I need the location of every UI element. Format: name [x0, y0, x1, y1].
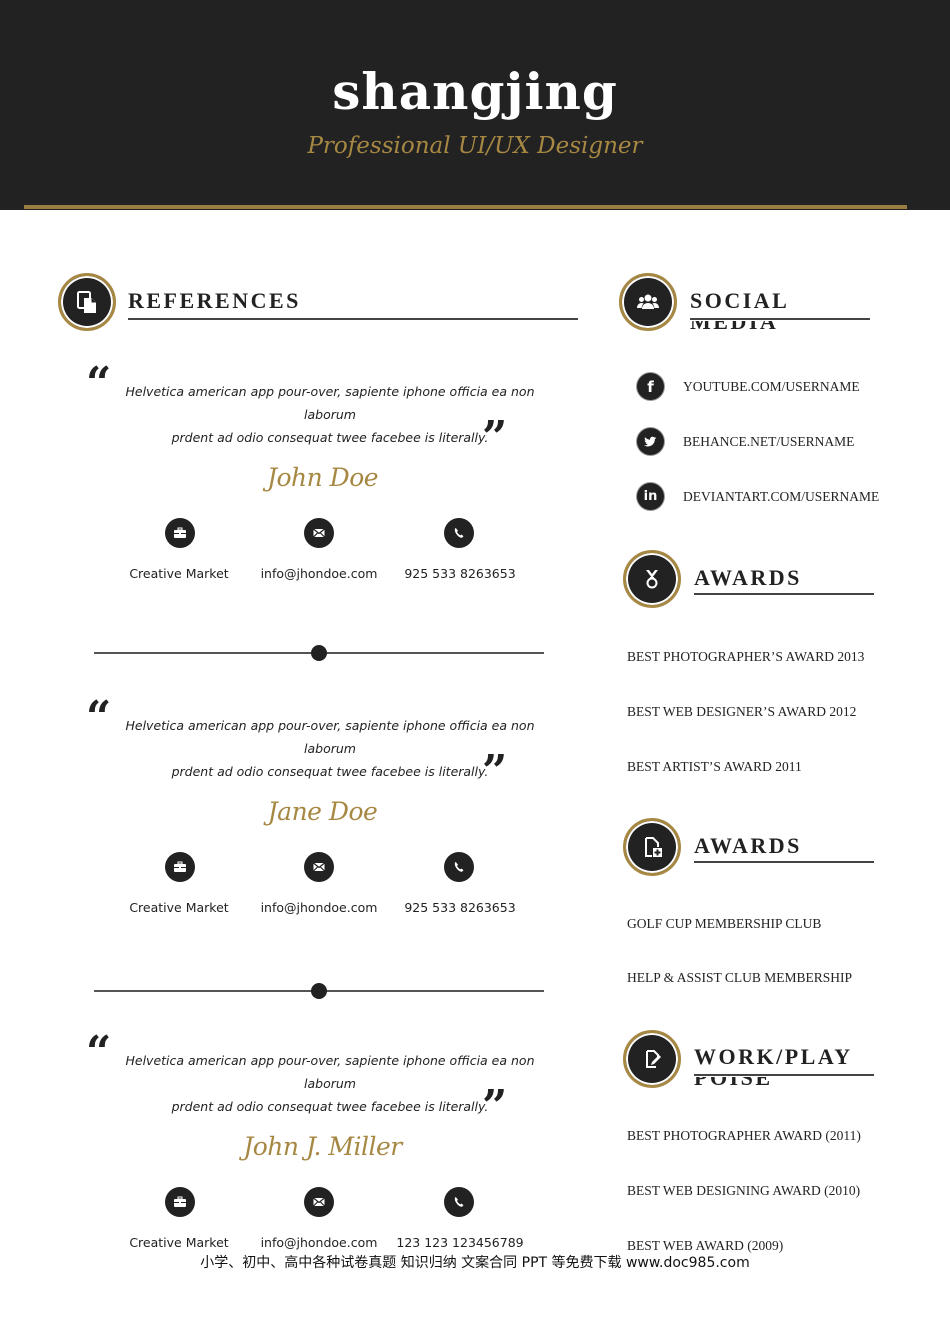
memberships-title: AWARDS [694, 833, 802, 858]
workplay-item: BEST PHOTOGRAPHER AWARD (2011) [627, 1128, 861, 1143]
reference-phone: 925 533 8263653 [404, 900, 516, 915]
workplay-underline [694, 1074, 874, 1076]
users-icon [619, 273, 677, 331]
person-name: shangjing [332, 62, 618, 121]
envelope-icon [304, 852, 334, 882]
open-quote-icon: “ [86, 692, 112, 743]
reference-email[interactable]: info@jhondoe.com [239, 566, 399, 581]
briefcase-icon [165, 1187, 195, 1217]
references-title: REFERENCES [128, 288, 301, 313]
memberships-underline [694, 861, 874, 863]
phone-icon [444, 518, 474, 548]
edit-document-icon [623, 1030, 681, 1088]
briefcase-icon [165, 518, 195, 548]
open-quote-icon: “ [86, 1027, 112, 1078]
reference-email[interactable]: info@jhondoe.com [239, 900, 399, 915]
close-quote-icon: ” [482, 746, 508, 797]
facebook-icon: f [637, 373, 664, 400]
social-link[interactable]: DEVIANTART.COM/USERNAME [683, 489, 879, 505]
award-item: BEST WEB DESIGNER’S AWARD 2012 [627, 704, 857, 719]
linkedin-icon: in [637, 483, 664, 510]
workplay-title: WORK/PLAY [694, 1044, 853, 1069]
close-quote-icon: ” [482, 1081, 508, 1132]
header-divider [24, 205, 907, 209]
reference-phone: 925 533 8263653 [404, 566, 516, 581]
reference-name: Jane Doe [267, 797, 378, 826]
reference-name: John Doe [266, 463, 379, 492]
briefcase-icon [165, 852, 195, 882]
reference-email[interactable]: info@jhondoe.com [239, 1235, 399, 1250]
divider-dot [311, 645, 327, 661]
phone-icon [444, 852, 474, 882]
divider-dot [311, 983, 327, 999]
workplay-title-overflow-text: POISE [694, 1077, 773, 1086]
envelope-icon [304, 1187, 334, 1217]
awards-title: AWARDS [694, 565, 802, 590]
social-title-overflow: MEDIA [690, 321, 778, 330]
workplay-title-overflow: POISE [694, 1077, 773, 1086]
social-title-overflow-text: MEDIA [690, 321, 778, 330]
social-link[interactable]: YOUTUBE.COM/USERNAME [683, 379, 860, 395]
envelope-icon [304, 518, 334, 548]
social-title: SOCIAL [690, 288, 790, 313]
resume-header: shangjing Professional UI/UX Designer [0, 0, 950, 210]
award-item: BEST ARTIST’S AWARD 2011 [627, 759, 802, 774]
social-link[interactable]: BEHANCE.NET/USERNAME [683, 434, 854, 450]
social-underline [690, 318, 870, 320]
medal-icon [623, 550, 681, 608]
document-plus-icon [623, 818, 681, 876]
membership-item: GOLF CUP MEMBERSHIP CLUB [627, 916, 822, 931]
close-quote-icon: ” [482, 412, 508, 463]
person-role: Professional UI/UX Designer [307, 133, 643, 159]
reference-company: Creative Market [129, 566, 229, 581]
awards-underline [694, 593, 874, 595]
twitter-icon [637, 428, 664, 455]
references-underline [128, 318, 578, 320]
reference-company: Creative Market [129, 900, 229, 915]
documents-icon [58, 273, 116, 331]
membership-item: HELP & ASSIST CLUB MEMBERSHIP [627, 970, 853, 985]
footer-watermark: 小学、初中、高中各种试卷真题 知识归纳 文案合同 PPT 等免费下载 www.d… [200, 1255, 750, 1271]
reference-company: Creative Market [129, 1235, 229, 1250]
workplay-item: BEST WEB DESIGNING AWARD (2010) [627, 1183, 861, 1198]
reference-phone: 123 123 123456789 [396, 1235, 524, 1250]
open-quote-icon: “ [86, 358, 112, 409]
phone-icon [444, 1187, 474, 1217]
award-item: BEST PHOTOGRAPHER’S AWARD 2013 [627, 649, 865, 664]
reference-name: John J. Miller [243, 1132, 402, 1161]
